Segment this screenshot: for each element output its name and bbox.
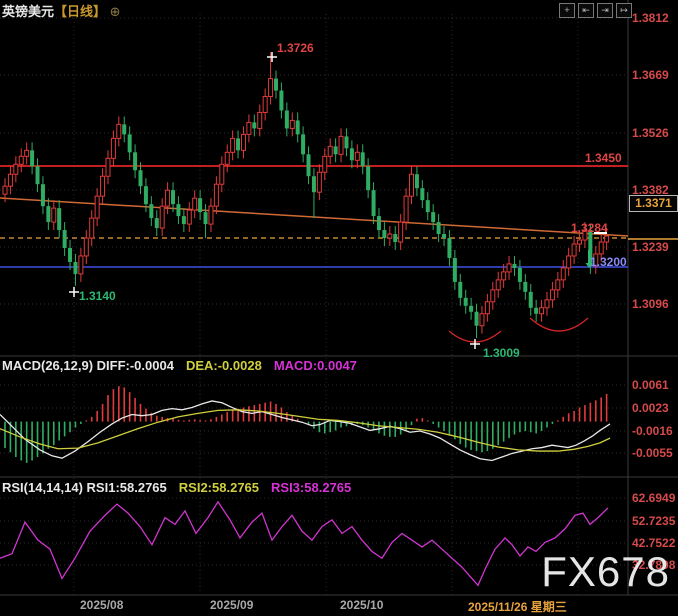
add-indicator-icon[interactable]: ⊕: [110, 4, 121, 19]
instrument-title: 英镑美元【日线】 ⊕: [2, 1, 121, 20]
rsi3-value: RSI3:58.2765: [271, 480, 351, 495]
scale-axis-left-icon[interactable]: ⇤: [578, 3, 594, 18]
chart-canvas[interactable]: [0, 0, 678, 616]
macd-value: MACD:0.0047: [274, 358, 357, 373]
macd-params-diff: MACD(26,12,9) DIFF:-0.0004: [2, 358, 174, 373]
instrument-name: 英镑美元: [2, 4, 54, 19]
last-price-box: 1.3371: [629, 195, 678, 212]
date-label: 2025/11/26 星期三: [468, 598, 567, 615]
macd-dea-line: [0, 410, 610, 451]
date-axis[interactable]: 2025/08 2025/09 2025/10 2025/11/26 星期三: [0, 596, 678, 616]
macd-dea-value: DEA:-0.0028: [186, 358, 262, 373]
rsi-line: [0, 502, 608, 585]
chart-toolbar: +⇤⇥↦: [559, 3, 632, 18]
scale-axis-right-icon[interactable]: ⇥: [597, 3, 613, 18]
swing-markers: [69, 52, 607, 349]
fx678-watermark: FX678: [541, 548, 670, 596]
extend-right-icon[interactable]: ↦: [616, 3, 632, 18]
rsi2-value: RSI2:58.2765: [179, 480, 259, 495]
date-label: 2025/09: [210, 598, 253, 612]
chart-window: 1.38121.36691.35261.33821.32391.30960.00…: [0, 0, 678, 616]
pan-crosshair-icon[interactable]: +: [559, 3, 575, 18]
drawn-arcs[interactable]: [449, 318, 588, 342]
macd-header: MACD(26,12,9) DIFF:-0.0004 DEA:-0.0028 MAC…: [2, 358, 369, 373]
panel-separators: [0, 0, 678, 595]
candlestick-series[interactable]: [3, 52, 609, 338]
gridlines: [0, 14, 628, 595]
rsi1-value: RSI(14,14,14) RSI1:58.2765: [2, 480, 167, 495]
rsi-header: RSI(14,14,14) RSI1:58.2765 RSI2:58.2765 RS…: [2, 480, 363, 495]
macd-histogram[interactable]: [5, 386, 607, 463]
date-label: 2025/08: [80, 598, 123, 612]
date-label: 2025/10: [340, 598, 383, 612]
timeframe-label: 【日线】: [54, 4, 106, 19]
